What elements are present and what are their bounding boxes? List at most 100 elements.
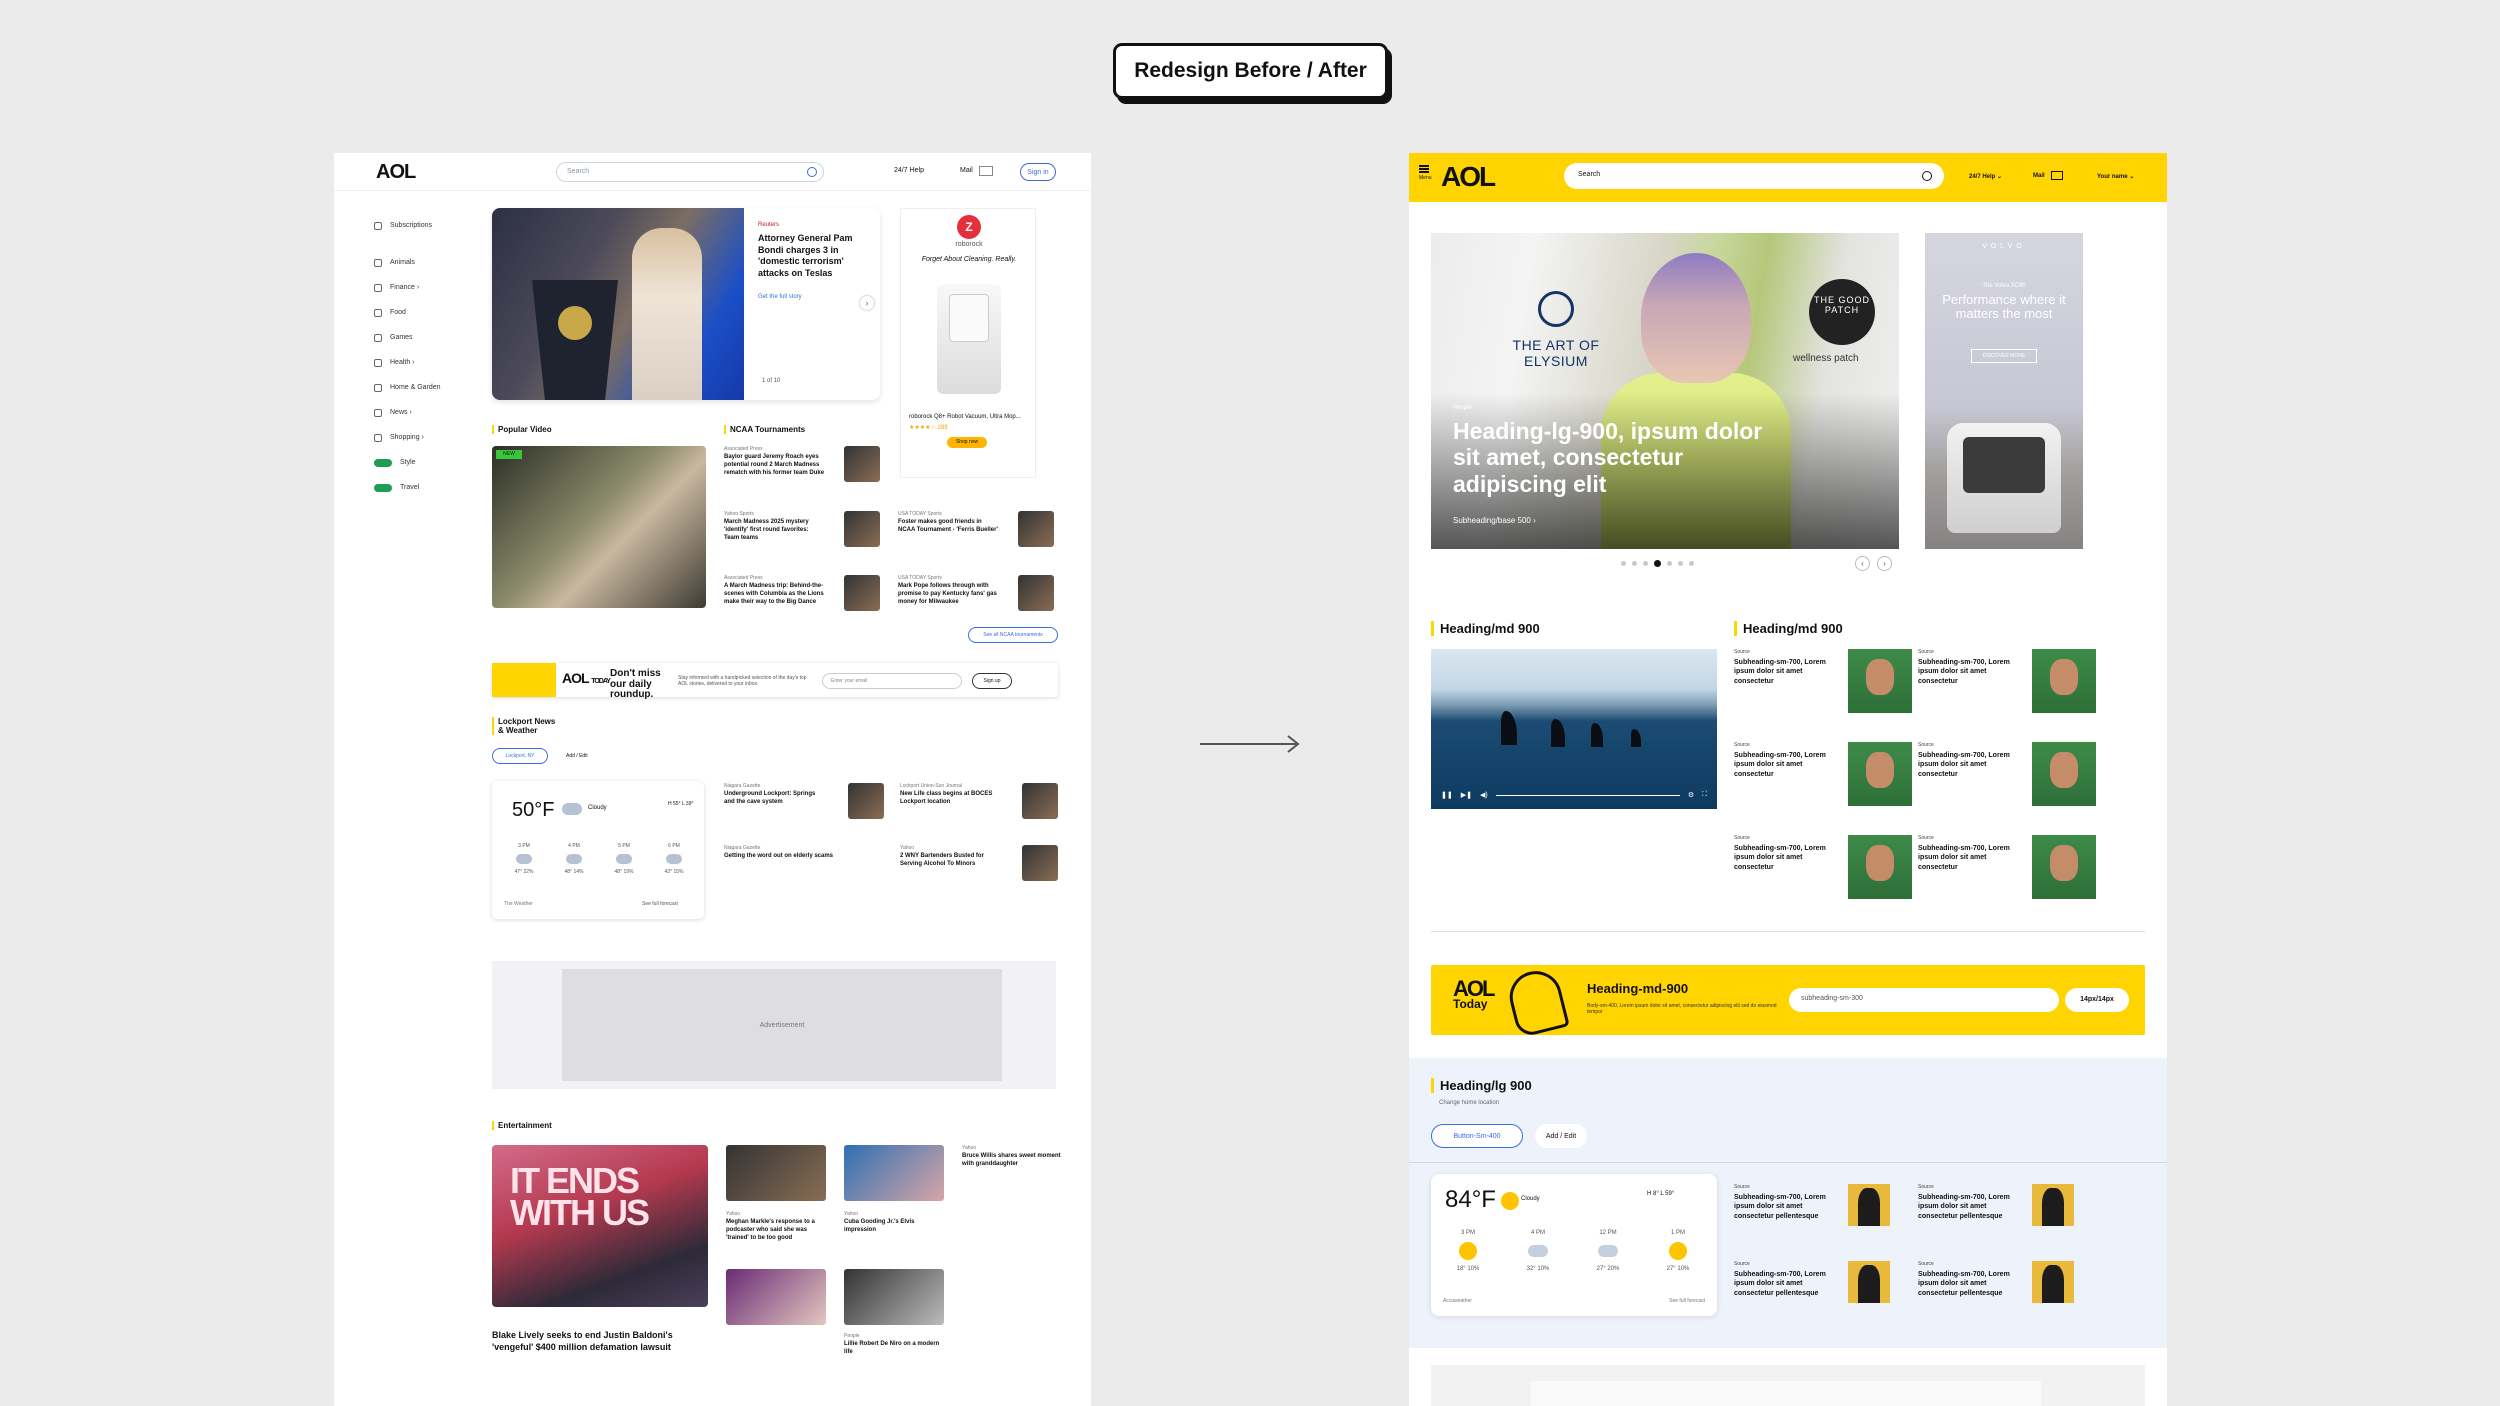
hero-carousel[interactable]: THE ART OF ELYSIUM THE GOOD PATCH wellne… <box>1431 233 1899 549</box>
entertainment-hero-title[interactable]: Blake Lively seeks to end Justin Baldoni… <box>492 1329 707 1353</box>
sidebar-item-news[interactable]: News › <box>374 400 464 425</box>
chevron-right-icon[interactable]: › <box>1877 556 1892 571</box>
news-card[interactable]: Source Subheading-sm-700, Lorem ipsum do… <box>1734 742 1914 812</box>
hero-link[interactable]: Get the full story <box>758 294 802 300</box>
news-card[interactable]: Source Subheading-sm-700, Lorem ipsum do… <box>1918 649 2098 719</box>
menu-button[interactable]: Menu <box>1419 165 1432 181</box>
chevron-right-icon[interactable]: › <box>860 296 874 310</box>
change-location-link[interactable]: Change home location <box>1439 1100 1499 1106</box>
see-all-ncaa-button[interactable]: See all NCAA tournaments <box>968 627 1058 643</box>
add-edit-tab[interactable]: Add / Edit <box>1535 1124 1587 1148</box>
signup-button[interactable]: Sign up <box>972 673 1012 689</box>
carousel-dot[interactable] <box>1678 561 1683 566</box>
sidebar-item-home-garden[interactable]: Home & Garden <box>374 375 464 400</box>
pause-icon[interactable]: ❚❚ <box>1441 791 1453 801</box>
mail-link[interactable]: Mail <box>2033 173 2045 179</box>
mail-link[interactable]: Mail <box>960 167 973 174</box>
list-item[interactable]: Niagara Gazette Getting the word out on … <box>724 845 844 861</box>
list-item[interactable]: USA TODAY Sports Foster makes good frien… <box>898 511 998 535</box>
list-item[interactable]: Yahoo 2 WNY Bartenders Busted for Servin… <box>900 845 1000 869</box>
hero-title[interactable]: Attorney General Pam Bondi charges 3 in … <box>758 233 868 280</box>
weather-card[interactable]: 50°F Cloudy H 55° L 39° 3 PM 47° 22% 4 PM… <box>492 781 704 919</box>
thumbnail[interactable] <box>726 1145 826 1201</box>
thumbnail[interactable] <box>844 1145 944 1201</box>
aol-logo[interactable]: AOL <box>376 161 416 184</box>
search-icon[interactable] <box>1922 171 1932 181</box>
list-item[interactable]: People Lillie Robert De Niro on a modern… <box>844 1333 944 1357</box>
search-icon[interactable] <box>807 167 817 177</box>
add-edit-tab[interactable]: Add / Edit <box>566 753 588 759</box>
next-icon[interactable]: ▶❚ <box>1461 791 1472 801</box>
news-card[interactable]: Source Subheading-sm-700, Lorem ipsum do… <box>1918 742 2098 812</box>
news-card[interactable]: Source Subheading-sm-700, Lorem ipsum do… <box>1918 835 2098 905</box>
thumbnail[interactable] <box>844 446 880 482</box>
carousel-dot[interactable] <box>1621 561 1626 566</box>
search-input[interactable]: Search <box>556 162 824 182</box>
sidebar-item-subscriptions[interactable]: Subscriptions <box>374 213 464 238</box>
local-card[interactable]: Source Subheading-sm-700, Lorem ipsum do… <box>1918 1261 2098 1331</box>
sidebar-item-finance[interactable]: Finance › <box>374 275 464 300</box>
roborock-ad[interactable]: Z roborock Forget About Cleaning. Really… <box>900 208 1036 478</box>
fullscreen-icon[interactable]: ⛶ <box>1702 791 1707 801</box>
carousel-dot[interactable] <box>1667 561 1672 566</box>
list-item[interactable]: Yahoo Cuba Gooding Jr.'s Elvis impressio… <box>844 1211 944 1235</box>
settings-icon[interactable]: ⚙ <box>1688 791 1694 801</box>
sidebar-item-food[interactable]: Food <box>374 300 464 325</box>
sidebar-item-games[interactable]: Games <box>374 325 464 350</box>
weather-card[interactable]: 84°F Cloudy H 8° L 59° 3 PM 18° 10% 4 PM 3… <box>1431 1174 1717 1316</box>
thumbnail[interactable] <box>1022 845 1058 881</box>
volvo-ad[interactable]: VOLVO The Volvo XC90 Performance where i… <box>1925 233 2083 549</box>
thumbnail[interactable] <box>844 511 880 547</box>
list-item[interactable]: Yahoo Bruce Willis shares sweet moment w… <box>962 1145 1062 1169</box>
local-card[interactable]: Source Subheading-sm-700, Lorem ipsum do… <box>1734 1184 1914 1254</box>
sidebar-item-travel[interactable]: Travel <box>374 475 464 500</box>
list-item[interactable]: Yahoo Meghan Markle's response to a podc… <box>726 1211 826 1242</box>
video-player[interactable]: NEW <box>492 446 706 608</box>
video-progress[interactable] <box>1495 791 1680 796</box>
volume-icon[interactable]: ◀) <box>1480 791 1488 801</box>
news-card[interactable]: Source Subheading-sm-700, Lorem ipsum do… <box>1734 649 1914 719</box>
news-card[interactable]: Source Subheading-sm-700, Lorem ipsum do… <box>1734 835 1914 905</box>
discover-more-button[interactable]: DISCOVER MORE <box>1971 349 2037 363</box>
thumbnail[interactable] <box>726 1269 826 1325</box>
list-item[interactable]: Yahoo Sports March Madness 2025 mystery … <box>724 511 824 542</box>
list-item[interactable]: Associated Press Baylor guard Jeremy Roa… <box>724 446 834 477</box>
sidebar-item-animals[interactable]: Animals <box>374 250 464 275</box>
full-forecast-link[interactable]: See full forecast <box>642 901 678 907</box>
local-card[interactable]: Source Subheading-sm-700, Lorem ipsum do… <box>1734 1261 1914 1331</box>
carousel-dot[interactable] <box>1632 561 1637 566</box>
thumbnail[interactable] <box>848 783 884 819</box>
chevron-left-icon[interactable]: ‹ <box>1855 556 1870 571</box>
signup-button[interactable]: 14px/14px <box>2065 988 2129 1012</box>
mail-icon[interactable] <box>979 166 993 176</box>
email-field[interactable]: subheading-sm-300 <box>1789 988 2059 1012</box>
carousel-dot-active[interactable] <box>1654 560 1661 567</box>
sidebar-item-health[interactable]: Health › <box>374 350 464 375</box>
aol-logo[interactable]: AOL <box>1441 161 1496 193</box>
list-item[interactable]: Associated Press A March Madness trip: B… <box>724 575 824 606</box>
list-item[interactable]: USA TODAY Sports Mark Pope follows throu… <box>898 575 998 606</box>
shop-now-button[interactable]: Shop now <box>947 437 987 448</box>
mail-icon[interactable] <box>2051 171 2063 180</box>
email-field[interactable]: Enter your email <box>822 673 962 689</box>
help-link[interactable]: 24/7 Help ⌄ <box>1969 173 2002 180</box>
entertainment-hero-image[interactable]: IT ENDS WITH US <box>492 1145 708 1307</box>
location-tab[interactable]: Lockport, NY <box>492 748 548 764</box>
sidebar-item-style[interactable]: Style <box>374 450 464 475</box>
search-input[interactable]: Search <box>1564 163 1944 189</box>
thumbnail[interactable] <box>844 1269 944 1325</box>
hero-image[interactable] <box>492 208 744 400</box>
account-menu[interactable]: Your name ⌄ <box>2097 173 2134 180</box>
location-tab[interactable]: Button-Sm-400 <box>1431 1124 1523 1148</box>
carousel-dot[interactable] <box>1689 561 1694 566</box>
sidebar-item-shopping[interactable]: Shopping › <box>374 425 464 450</box>
hero-title[interactable]: Heading-lg-900, ipsum dolor sit amet, co… <box>1453 418 1793 497</box>
carousel-dot[interactable] <box>1643 561 1648 566</box>
local-card[interactable]: Source Subheading-sm-700, Lorem ipsum do… <box>1918 1184 2098 1254</box>
signin-button[interactable]: Sign in <box>1020 163 1056 181</box>
help-link[interactable]: 24/7 Help <box>894 167 924 174</box>
thumbnail[interactable] <box>1022 783 1058 819</box>
full-forecast-link[interactable]: See full forecast <box>1669 1298 1705 1304</box>
list-item[interactable]: Lockport Union-Sun Journal New Life clas… <box>900 783 1000 807</box>
hero-subheading[interactable]: Subheading/base 500 › <box>1453 516 1536 525</box>
